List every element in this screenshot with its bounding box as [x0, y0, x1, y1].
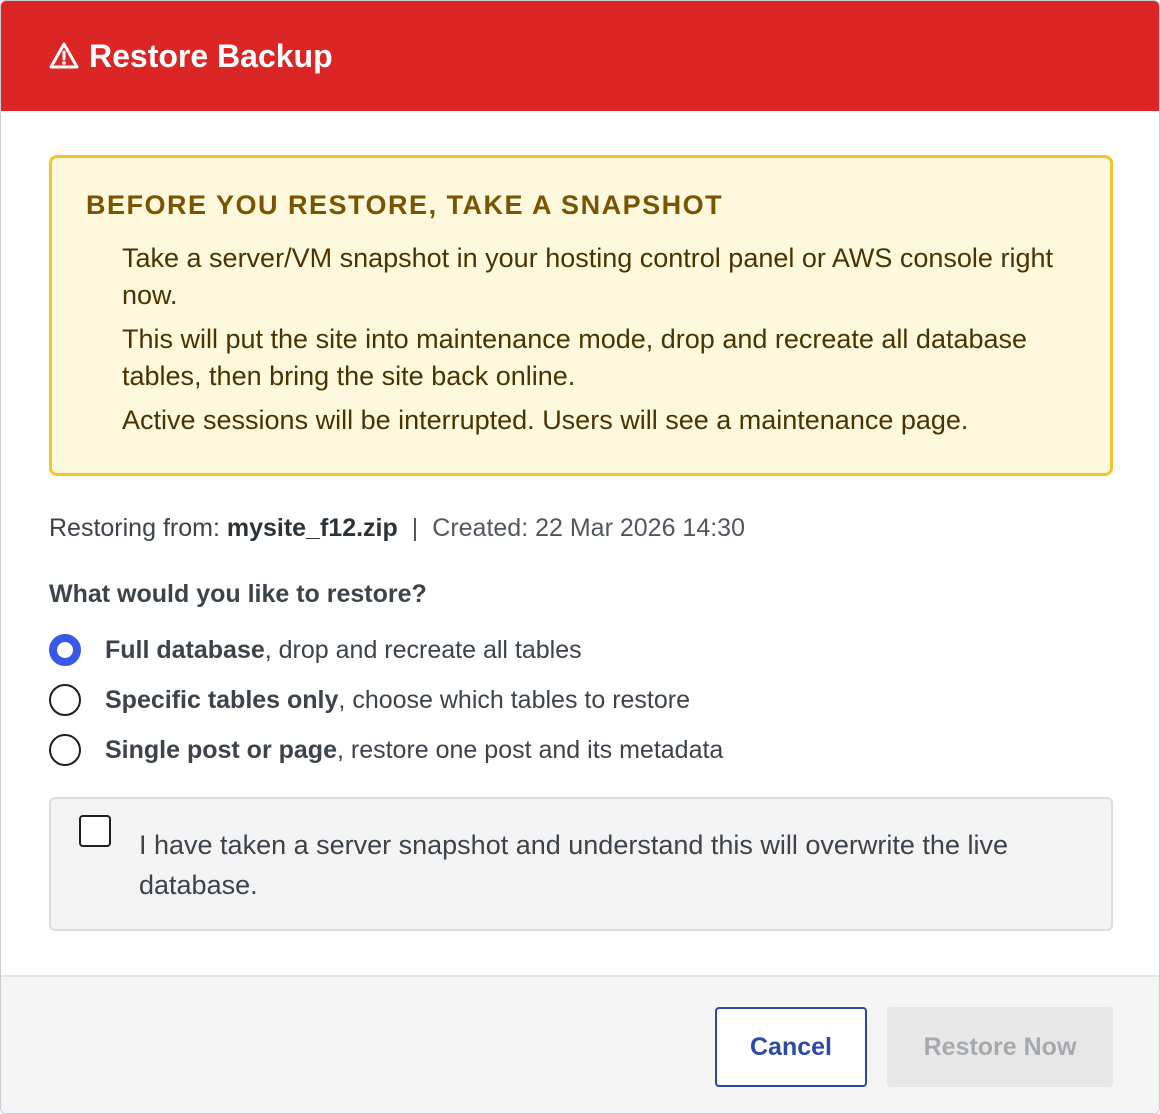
option-specific-tables[interactable]: Specific tables only, choose which table…: [49, 683, 690, 717]
dialog-title: Restore Backup: [89, 37, 333, 74]
backup-source-info: Restoring from: mysite_f12.zip | Created: …: [49, 511, 745, 545]
warning-triangle-icon: [49, 41, 79, 71]
option-single-post[interactable]: Single post or page, restore one post an…: [49, 733, 723, 767]
option-full-database[interactable]: Full database, drop and recreate all tab…: [49, 633, 582, 667]
radio-specific-tables[interactable]: [49, 684, 81, 716]
restore-backup-dialog: Restore Backup BEFORE YOU RESTORE, TAKE …: [0, 0, 1160, 1114]
backup-created-date: Created: 22 Mar 2026 14:30: [432, 514, 745, 542]
snapshot-confirm-checkbox[interactable]: [79, 815, 111, 847]
radio-full-database[interactable]: [49, 634, 81, 666]
warning-heading: BEFORE YOU RESTORE, TAKE A SNAPSHOT: [86, 190, 724, 220]
source-label: Restoring from:: [49, 514, 227, 542]
warning-line: This will put the site into maintenance …: [122, 324, 1028, 391]
snapshot-warning-notice: BEFORE YOU RESTORE, TAKE A SNAPSHOT Take…: [49, 155, 1113, 476]
option-title: Specific tables only: [105, 686, 339, 714]
option-description: , restore one post and its metadata: [336, 736, 724, 764]
dialog-footer: Cancel Restore Now: [1, 975, 1159, 1113]
backup-filename: mysite_f12.zip: [226, 514, 398, 542]
confirm-label[interactable]: I have taken a server snapshot and under…: [139, 825, 1089, 905]
warning-line: Active sessions will be interrupted. Use…: [122, 405, 969, 435]
option-description: , choose which tables to restore: [338, 686, 690, 714]
separator: |: [411, 514, 419, 542]
restore-now-button[interactable]: Restore Now: [887, 1007, 1113, 1087]
warning-lines: Take a server/VM snapshot in your hostin…: [86, 240, 1076, 439]
dialog-header: Restore Backup: [1, 1, 1159, 111]
snapshot-confirmation[interactable]: I have taken a server snapshot and under…: [49, 797, 1113, 931]
option-title: Full database: [105, 636, 265, 664]
radio-single-post[interactable]: [49, 734, 81, 766]
cancel-button[interactable]: Cancel: [715, 1007, 867, 1087]
option-description: , drop and recreate all tables: [264, 636, 582, 664]
warning-line: Take a server/VM snapshot in your hostin…: [122, 243, 1053, 310]
restore-question: What would you like to restore?: [49, 580, 427, 608]
option-title: Single post or page: [105, 736, 337, 764]
